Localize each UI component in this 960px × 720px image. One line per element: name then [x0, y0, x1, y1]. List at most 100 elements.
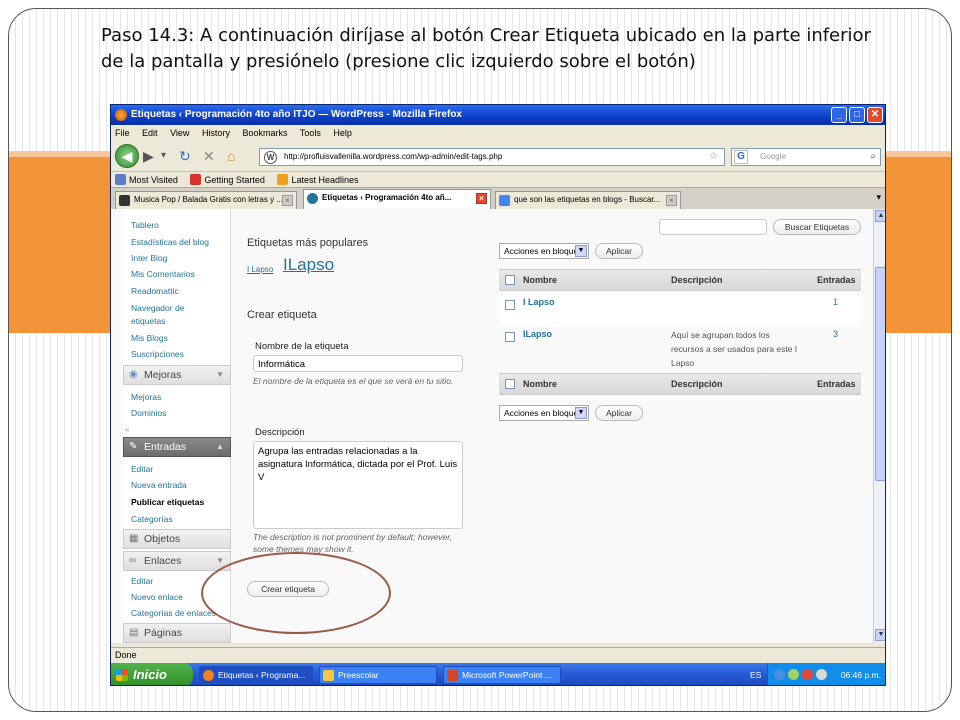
- sidebar-item-publicar-etiquetas[interactable]: Publicar etiquetas: [131, 496, 204, 508]
- scroll-up-icon[interactable]: ▲: [875, 210, 885, 222]
- url-text: http://profluisvallenilla.wordpress.com/…: [284, 152, 503, 161]
- sidebar-item-mis-blogs[interactable]: Mis Blogs: [131, 332, 168, 344]
- bookmark-latest-headlines[interactable]: Latest Headlines: [277, 174, 358, 185]
- tray-network-icon[interactable]: [774, 669, 785, 680]
- search-tags-button[interactable]: Buscar Etiquetas: [773, 219, 861, 235]
- section-toggle-icon[interactable]: ▲: [216, 438, 224, 456]
- windows-taskbar: Inicio Etiquetas ‹ Programa... Preescola…: [111, 663, 885, 685]
- search-input[interactable]: G Google ⌕: [731, 148, 881, 166]
- bookmark-getting-started[interactable]: Getting Started: [190, 174, 265, 185]
- sidebar-item-comentarios[interactable]: Mis Comentarios: [131, 268, 195, 280]
- tag-name-link[interactable]: I Lapso: [523, 297, 555, 307]
- tag-cloud-link-large[interactable]: ILapso: [283, 255, 334, 275]
- tab-etiquetas[interactable]: Etiquetas ‹ Programación 4to añ... ×: [303, 189, 491, 210]
- language-indicator[interactable]: ES: [750, 663, 761, 685]
- scroll-thumb[interactable]: [875, 267, 885, 481]
- description-textarea[interactable]: Agrupa las entradas relacionadas a la as…: [253, 441, 463, 529]
- back-button[interactable]: ◀: [115, 144, 139, 168]
- forward-button[interactable]: ▶: [143, 148, 154, 164]
- bookmark-star-icon[interactable]: ☆: [709, 149, 718, 165]
- collapse-menu-icon[interactable]: «: [125, 425, 129, 434]
- tray-volume-icon[interactable]: [816, 669, 827, 680]
- tab-google-search[interactable]: que son las etiquetas en blogs - Buscar.…: [495, 191, 681, 209]
- tab-close-icon[interactable]: ×: [476, 193, 487, 204]
- sidebar-item-mejoras[interactable]: Mejoras: [131, 391, 161, 403]
- tray-antivirus-icon[interactable]: [802, 669, 813, 680]
- tab-close-icon[interactable]: ×: [666, 195, 677, 206]
- column-posts[interactable]: Entradas: [817, 270, 856, 290]
- home-icon[interactable]: ⌂: [227, 148, 235, 164]
- tag-name-link[interactable]: ILapso: [523, 329, 552, 339]
- column-posts[interactable]: Entradas: [817, 374, 856, 394]
- sidebar-item-tablero[interactable]: Tablero: [131, 219, 159, 231]
- sidebar-item-categorias[interactable]: Categorías: [131, 513, 173, 525]
- select-all-checkbox[interactable]: [505, 379, 515, 389]
- tag-search-input[interactable]: [659, 219, 767, 235]
- sidebar-item-suscripciones[interactable]: Suscripciones: [131, 348, 184, 360]
- menu-help[interactable]: Help: [333, 128, 352, 138]
- column-name[interactable]: Nombre: [523, 374, 557, 394]
- sidebar-item-estadisticas[interactable]: Estadísticas del blog: [131, 236, 209, 248]
- apply-button-bottom[interactable]: Aplicar: [595, 405, 643, 421]
- start-button[interactable]: Inicio: [111, 663, 193, 685]
- wordpress-favicon-icon: W: [264, 151, 277, 164]
- sidebar-section-enlaces[interactable]: ∞ Enlaces ▼: [123, 551, 231, 571]
- tab-musica-pop[interactable]: Musica Pop / Balada Gratis con letras y …: [115, 191, 297, 209]
- menu-edit[interactable]: Edit: [142, 128, 158, 138]
- tag-name-input[interactable]: Informática: [253, 355, 463, 372]
- folder-icon: [323, 670, 334, 681]
- system-tray: ES 06:46 p.m.: [750, 663, 885, 685]
- menu-history[interactable]: History: [202, 128, 230, 138]
- row-checkbox[interactable]: [505, 300, 515, 310]
- bulk-actions-select-top[interactable]: Acciones en bloque ▼: [499, 243, 589, 259]
- search-magnifier-icon[interactable]: ⌕: [870, 149, 876, 165]
- sidebar-item-nueva-entrada[interactable]: Nueva entrada: [131, 479, 187, 491]
- sidebar-item-editar-entradas[interactable]: Editar: [131, 463, 153, 475]
- history-dropdown-icon[interactable]: ▾: [161, 148, 166, 164]
- sidebar-section-mejoras[interactable]: ◉ Mejoras ▼: [123, 365, 231, 385]
- taskbar-item-powerpoint[interactable]: Microsoft PowerPoint ...: [443, 666, 561, 684]
- link-icon: ∞: [129, 555, 137, 566]
- stop-icon[interactable]: ✕: [203, 148, 215, 164]
- tab-list-dropdown-icon[interactable]: ▾: [876, 192, 881, 203]
- taskbar-item-firefox[interactable]: Etiquetas ‹ Programa...: [199, 666, 313, 684]
- vertical-scrollbar[interactable]: ▲ ▼: [873, 209, 885, 643]
- menu-bookmarks[interactable]: Bookmarks: [242, 128, 287, 138]
- sidebar-section-objetos[interactable]: ▦ Objetos: [123, 529, 231, 549]
- mejoras-icon: ◉: [129, 369, 138, 380]
- sidebar-item-editar-enlaces[interactable]: Editar: [131, 575, 153, 587]
- minimize-button[interactable]: _: [831, 107, 847, 123]
- close-window-button[interactable]: ✕: [867, 107, 883, 123]
- google-icon[interactable]: G: [734, 150, 748, 164]
- row-checkbox[interactable]: [505, 332, 515, 342]
- menu-view[interactable]: View: [170, 128, 189, 138]
- description-label: Descripción: [255, 427, 305, 438]
- sidebar-item-categorias-enlaces[interactable]: Categorías de enlaces: [131, 607, 216, 619]
- sidebar-item-dominios[interactable]: Dominios: [131, 407, 166, 419]
- sidebar-item-nuevo-enlace[interactable]: Nuevo enlace: [131, 591, 183, 603]
- column-name[interactable]: Nombre: [523, 270, 557, 290]
- apply-button-top[interactable]: Aplicar: [595, 243, 643, 259]
- tag-count-link[interactable]: 1: [833, 297, 838, 307]
- tray-messenger-icon[interactable]: [788, 669, 799, 680]
- bookmark-most-visited[interactable]: Most Visited: [115, 174, 178, 185]
- scroll-down-icon[interactable]: ▼: [875, 629, 885, 641]
- tag-count-link[interactable]: 3: [833, 329, 838, 339]
- bulk-actions-select-bottom[interactable]: Acciones en bloque ▼: [499, 405, 589, 421]
- maximize-button[interactable]: □: [849, 107, 865, 123]
- menu-file[interactable]: File: [115, 128, 130, 138]
- sidebar-item-navegador-cont[interactable]: etiquetas: [131, 315, 166, 327]
- menu-tools[interactable]: Tools: [300, 128, 321, 138]
- taskbar-item-preescolar[interactable]: Preescolar: [319, 666, 437, 684]
- reload-icon[interactable]: ↻: [179, 148, 191, 164]
- tag-cloud-link-small[interactable]: I Lapso: [247, 265, 273, 274]
- select-all-checkbox[interactable]: [505, 275, 515, 285]
- url-bar[interactable]: W http://profluisvallenilla.wordpress.co…: [259, 148, 725, 166]
- sidebar-item-navegador[interactable]: Navegador de: [131, 302, 184, 314]
- section-toggle-icon[interactable]: ▼: [216, 366, 224, 384]
- sidebar-section-paginas[interactable]: ▤ Páginas: [123, 623, 231, 643]
- sidebar-item-readomattic[interactable]: Readomattic: [131, 285, 179, 297]
- tab-close-icon[interactable]: ×: [282, 195, 293, 206]
- sidebar-item-inter-blog[interactable]: Inter Blog: [131, 252, 167, 264]
- sidebar-section-entradas[interactable]: ✎ Entradas ▲: [123, 437, 231, 457]
